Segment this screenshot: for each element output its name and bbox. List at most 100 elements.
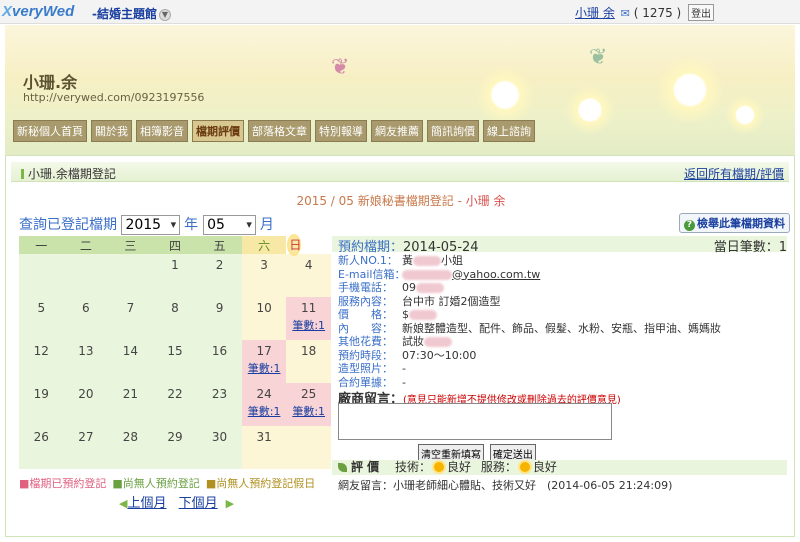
detail-rows: 新人NO.1：黃小姐 E-mail信箱： @yahoo.com.tw 手機電話： 09 服… bbox=[338, 254, 721, 389]
detail-label: E-mail信箱： bbox=[338, 267, 406, 281]
detail-value: 新娘整體造型、配件、飾品、假髮、水粉、安瓶、指甲油、媽媽妝 bbox=[402, 321, 721, 335]
calendar-day[interactable]: 18 bbox=[286, 340, 331, 383]
calendar-day[interactable]: 15 bbox=[152, 340, 198, 383]
user-review: 網友留言：小珊老師細心體貼、技術又好 (2014-06-05 21:24:09) bbox=[338, 479, 673, 492]
calendar-day[interactable]: 9 bbox=[197, 297, 242, 340]
vendor-message-input[interactable] bbox=[338, 403, 612, 440]
day-number: 4 bbox=[304, 258, 313, 272]
nav-tab[interactable]: 相簿影音 bbox=[136, 120, 188, 142]
nav-tab[interactable]: 簡訊詢價 bbox=[427, 120, 479, 142]
calendar-day[interactable]: 20 bbox=[63, 383, 109, 426]
calendar-day[interactable]: 24 筆數:1 bbox=[241, 383, 287, 426]
calendar-day[interactable]: 13 bbox=[63, 340, 109, 383]
booking-count-link[interactable]: 筆數:1 bbox=[286, 317, 331, 333]
nav-tab[interactable]: 檔期評價 bbox=[192, 120, 244, 142]
calendar-day[interactable]: 23 bbox=[197, 383, 242, 426]
booking-date: 預約檔期：2014-05-24 bbox=[338, 240, 479, 255]
day-number: 29 bbox=[167, 430, 183, 444]
calendar-day[interactable]: 10 bbox=[241, 297, 287, 340]
day-count: 當日筆數：1 bbox=[713, 240, 787, 255]
calendar-day[interactable]: 14 bbox=[108, 340, 153, 383]
calendar-day[interactable]: 30 bbox=[197, 426, 242, 469]
next-month-link[interactable]: 下個月 bbox=[179, 496, 218, 511]
panel-title-bar: 小珊.余檔期登記 返回所有檔期/評價 bbox=[11, 162, 789, 182]
legend-item: ■尚無人預約登記假日 bbox=[205, 477, 316, 490]
day-number: 28 bbox=[122, 430, 139, 444]
email-link[interactable]: @yahoo.com.tw bbox=[452, 268, 540, 281]
calendar-day[interactable]: 5 bbox=[19, 297, 64, 340]
day-number: 10 bbox=[256, 301, 272, 315]
day-number: 21 bbox=[122, 387, 139, 401]
calendar-day[interactable]: 19 bbox=[19, 383, 64, 426]
calendar-day[interactable]: 21 bbox=[108, 383, 153, 426]
detail-label: 預約時段： bbox=[338, 348, 393, 362]
booking-count-link[interactable]: 筆數:1 bbox=[242, 403, 287, 419]
booking-count-link[interactable]: 筆數:1 bbox=[242, 360, 287, 376]
day-number: 6 bbox=[82, 301, 90, 315]
calendar-day[interactable]: 1 bbox=[152, 254, 198, 297]
calendar-day[interactable]: 8 bbox=[152, 297, 198, 340]
day-number: 22 bbox=[167, 387, 183, 401]
calendar-day[interactable]: 11 筆數:1 bbox=[286, 297, 331, 340]
year-select[interactable]: 2015 bbox=[121, 215, 181, 235]
calendar-day[interactable]: 28 bbox=[108, 426, 153, 469]
nav-tab[interactable]: 新秘個人首頁 bbox=[13, 120, 87, 142]
detail-value: 07:30～10:00 bbox=[402, 348, 477, 362]
header-banner: ❦ ❦ 小珊.余 http://verywed.com/0923197556 新… bbox=[5, 25, 795, 155]
calendar-day bbox=[63, 254, 109, 297]
theme-site-menu[interactable]: -結婚主題館 ▼ bbox=[92, 5, 171, 22]
logout-button[interactable]: 登出 bbox=[688, 4, 715, 21]
weekday-header: 三 bbox=[108, 236, 153, 254]
nav-tab[interactable]: 部落格文章 bbox=[248, 120, 311, 142]
back-to-all-link[interactable]: 返回所有檔期/評價 bbox=[684, 165, 784, 182]
nav-tab[interactable]: 線上諮詢 bbox=[483, 120, 535, 142]
flower-decoration bbox=[565, 85, 615, 135]
calendar-day[interactable]: 12 bbox=[19, 340, 64, 383]
calendar-day[interactable]: 27 bbox=[63, 426, 109, 469]
weekday-header: 五 bbox=[197, 236, 242, 254]
calendar-day[interactable]: 29 bbox=[152, 426, 198, 469]
detail-row: 新人NO.1： 黃 小姐 bbox=[338, 254, 721, 268]
booking-count-link[interactable]: 筆數:1 bbox=[286, 403, 331, 419]
mail-icon[interactable]: ✉ bbox=[621, 7, 630, 20]
top-bar: XveryWed -結婚主題館 ▼ 小珊 余 ✉ ( 1275 ) 登出 bbox=[0, 0, 800, 24]
nav-tab[interactable]: 特別報導 bbox=[315, 120, 367, 142]
calendar-day[interactable]: 16 bbox=[197, 340, 242, 383]
weekday-header: 二 bbox=[63, 236, 109, 254]
panel-title: 小珊.余檔期登記 bbox=[21, 165, 116, 182]
calendar-day[interactable]: 3 bbox=[241, 254, 287, 297]
calendar-day[interactable]: 25 筆數:1 bbox=[286, 383, 331, 426]
prev-month-link[interactable]: 上個月 bbox=[127, 496, 166, 511]
calendar-day[interactable]: 2 bbox=[197, 254, 242, 297]
day-number: 20 bbox=[78, 387, 94, 401]
month-navigation: ◀上個月 下個月 ▶ bbox=[119, 492, 234, 511]
owner-url: http://verywed.com/0923197556 bbox=[23, 91, 205, 104]
calendar-day[interactable]: 31 bbox=[241, 426, 287, 469]
calendar-day[interactable]: 4 bbox=[286, 254, 331, 297]
leaf-icon bbox=[338, 463, 347, 472]
calendar-day[interactable]: 22 bbox=[152, 383, 198, 426]
calendar-day[interactable]: 6 bbox=[63, 297, 109, 340]
detail-row: 造型照片： - bbox=[338, 362, 721, 376]
calendar-week: 12 13 14 15 16 17 筆數:1 18 bbox=[19, 340, 331, 383]
report-button[interactable]: 檢舉此筆檔期資料 bbox=[679, 213, 790, 233]
month-select[interactable]: 05 bbox=[203, 215, 256, 235]
calendar-day[interactable]: 7 bbox=[108, 297, 153, 340]
butterfly-icon: ❦ bbox=[331, 55, 350, 80]
nav-tab[interactable]: 網友推薦 bbox=[371, 120, 423, 142]
detail-value: - bbox=[402, 362, 406, 375]
verywed-logo[interactable]: XveryWed bbox=[2, 3, 74, 20]
calendar-day[interactable]: 17 筆數:1 bbox=[241, 340, 287, 383]
detail-header: 預約檔期：2014-05-24 當日筆數：1 bbox=[332, 236, 787, 255]
detail-row: 其他花費： 試妝 bbox=[338, 335, 721, 349]
user-name-link[interactable]: 小珊 余 bbox=[575, 6, 615, 20]
calendar-day[interactable]: 26 bbox=[19, 426, 64, 469]
flower-decoration bbox=[475, 65, 535, 125]
redacted-mark bbox=[402, 269, 452, 280]
nav-tab[interactable]: 關於我 bbox=[91, 120, 132, 142]
owner-name: 小珊.余 bbox=[23, 73, 78, 92]
day-number: 1 bbox=[171, 258, 179, 272]
booking-calendar: 一二三四五六日 1 2 3 4 5 6 7 8 9 10 11 筆數:1 12 13 14 15 16 17 筆數:… bbox=[19, 236, 331, 469]
legend-item: ■檔期已預約登記 bbox=[19, 477, 107, 490]
detail-value: 試妝 bbox=[402, 335, 424, 348]
